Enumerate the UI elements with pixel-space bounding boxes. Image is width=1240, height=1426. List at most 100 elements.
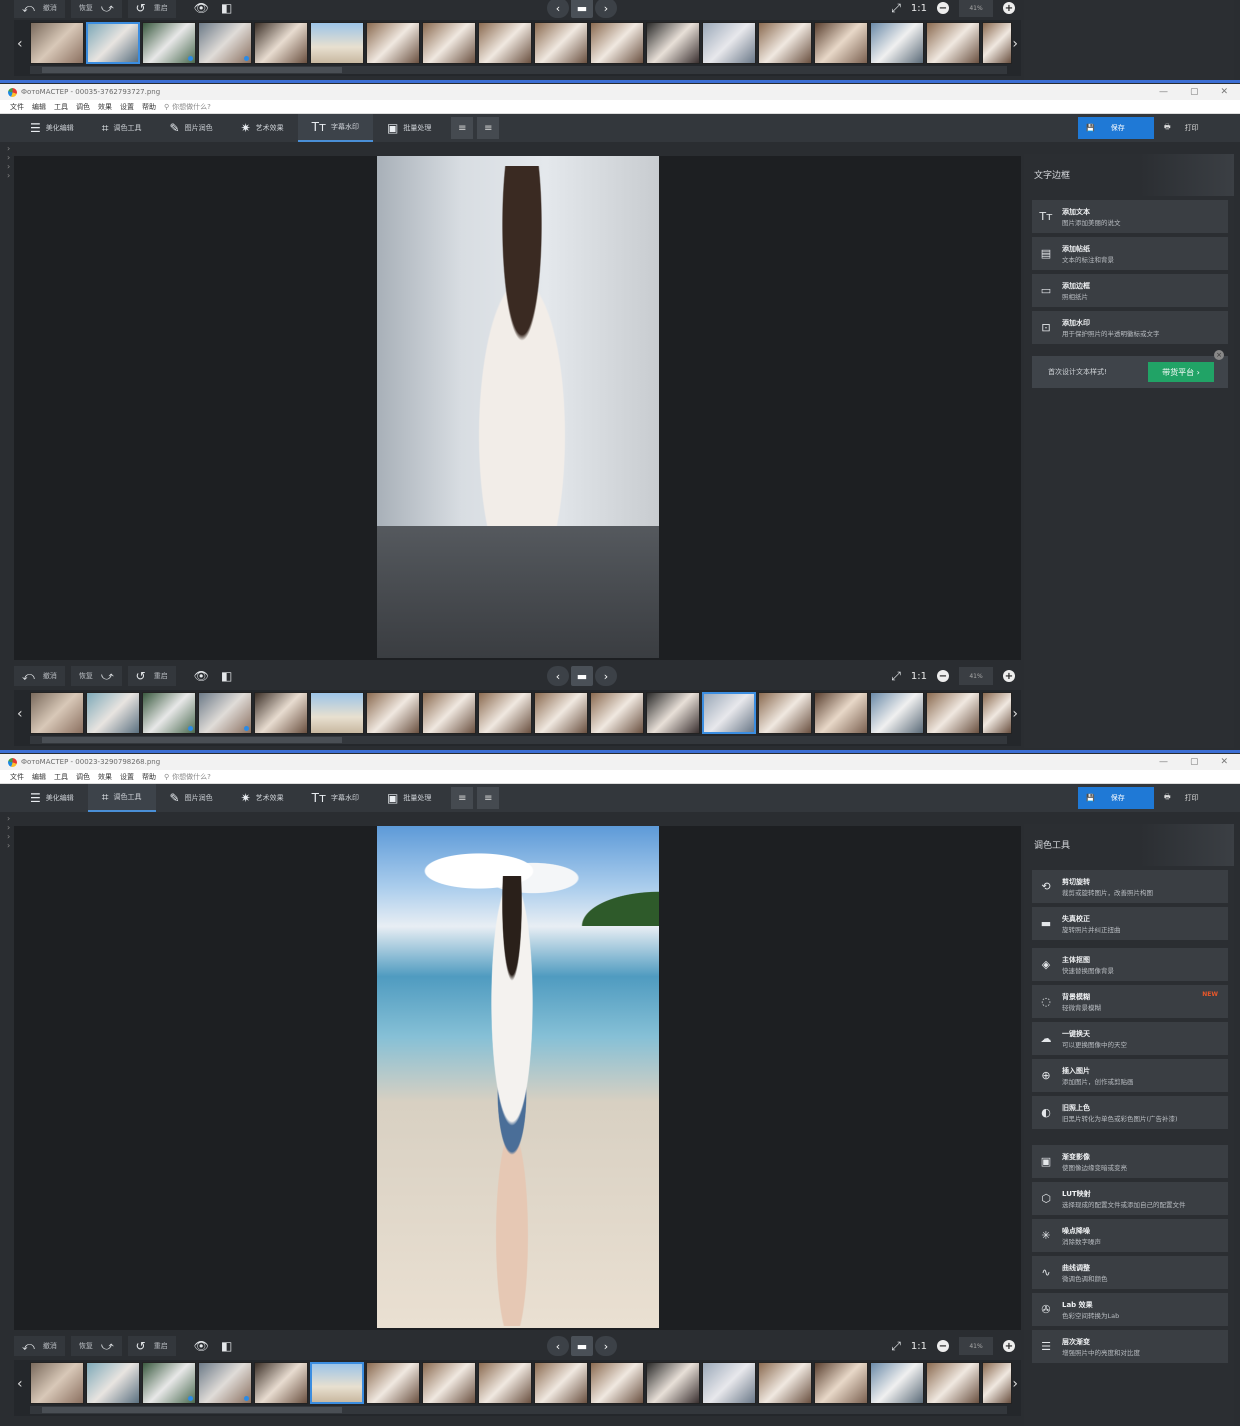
thumbnail[interactable] [982, 692, 1012, 734]
thumbnail[interactable] [646, 692, 700, 734]
reset-icon[interactable]: ↺ [136, 669, 146, 683]
thumbnail[interactable] [478, 1362, 532, 1404]
add-layer-button[interactable]: ≡ [451, 787, 474, 809]
thumbnail[interactable] [758, 1362, 812, 1404]
menu-tools[interactable]: 工具 [54, 772, 68, 782]
thumbnail[interactable] [30, 1362, 84, 1404]
compare-icon[interactable]: ◧ [221, 1339, 232, 1353]
thumbnail[interactable] [86, 22, 140, 64]
zoom-in-icon[interactable]: + [1003, 2, 1015, 14]
zoom-in-icon[interactable]: + [1003, 1340, 1015, 1352]
tool-denoise[interactable]: ✳ 噪点降噪 消除数字噪声 [1032, 1219, 1228, 1252]
canvas-area[interactable] [14, 826, 1021, 1330]
thumbnail[interactable] [422, 692, 476, 734]
promo-button[interactable]: 带货平台 › [1148, 362, 1214, 382]
menu-color[interactable]: 调色 [76, 102, 90, 112]
menu-effects[interactable]: 效果 [98, 772, 112, 782]
menu-edit[interactable]: 编辑 [32, 772, 46, 782]
compare-icon[interactable]: ◧ [221, 669, 232, 683]
tool-add-frame[interactable]: ▭ 添加边框 照相纸片 [1032, 274, 1228, 307]
menu-help[interactable]: 帮助 [142, 772, 156, 782]
reset-group[interactable]: ↺ 重启 [127, 1336, 176, 1356]
fit-screen-icon[interactable]: ⤢ [891, 1339, 901, 1354]
menu-color[interactable]: 调色 [76, 772, 90, 782]
thumbnail[interactable] [478, 22, 532, 64]
redo-group[interactable]: 恢复 ⤻ [70, 0, 122, 18]
tool-cutout[interactable]: ◈ 主体抠图 快速替换图像背景 [1032, 948, 1228, 981]
thumbnail[interactable] [870, 1362, 924, 1404]
menu-edit[interactable]: 编辑 [32, 102, 46, 112]
tool-add-sticker[interactable]: ▤ 添加帖纸 文本的标注和背景 [1032, 237, 1228, 270]
reset-group[interactable]: ↺ 重启 [127, 666, 176, 686]
thumbnail[interactable] [870, 22, 924, 64]
menu-help[interactable]: 帮助 [142, 102, 156, 112]
tool-add-watermark[interactable]: ⊡ 添加水印 用于保护照片的半透明徽标或文字 [1032, 311, 1228, 344]
thumbnail[interactable] [758, 692, 812, 734]
minimize-button[interactable]: — [1159, 87, 1168, 97]
print-button[interactable]: 🖶 打印 [1158, 787, 1226, 809]
zoom-out-icon[interactable]: − [937, 1340, 949, 1352]
thumbnail[interactable] [310, 22, 364, 64]
close-button[interactable]: ✕ [1220, 757, 1228, 767]
zoom-input[interactable]: 41% [959, 667, 993, 685]
thumbnail[interactable] [982, 22, 1012, 64]
tool-add-text[interactable]: Tт 添加文本 图片添加美丽的说文 [1032, 200, 1228, 233]
thumbnail[interactable] [814, 1362, 868, 1404]
undo-group[interactable]: ⤺ 撤消 [14, 0, 65, 18]
thumbnail[interactable] [198, 692, 252, 734]
redo-group[interactable]: 恢复 ⤻ [70, 1336, 122, 1356]
thumbnail[interactable] [590, 692, 644, 734]
thumbnail[interactable] [534, 22, 588, 64]
filmstrip-right-icon[interactable]: › [1012, 36, 1018, 52]
thumbnail[interactable] [254, 692, 308, 734]
tab-text-watermark[interactable]: Tт 字幕水印 [297, 114, 373, 142]
save-button[interactable]: 💾 保存 [1078, 117, 1154, 139]
filmstrip-left-icon[interactable]: ‹ [17, 706, 23, 722]
thumbnail[interactable] [254, 22, 308, 64]
undo-icon[interactable]: ⤺ [22, 1339, 35, 1354]
redo-icon[interactable]: ⤻ [101, 1339, 114, 1354]
tool-sky-replace[interactable]: ☁ 一键换天 可以更换图像中的天空 [1032, 1022, 1228, 1055]
menu-settings[interactable]: 设置 [120, 772, 134, 782]
thumbnail[interactable] [478, 692, 532, 734]
fit-screen-icon[interactable]: ⤢ [891, 1, 901, 16]
close-button[interactable]: ✕ [1220, 87, 1228, 97]
canvas-area[interactable] [14, 156, 1021, 660]
thumbnail[interactable] [366, 692, 420, 734]
tool-distortion[interactable]: ▬ 失真校正 旋转照片并纠正扭曲 [1032, 907, 1228, 940]
add-layer-button[interactable]: ≡ [451, 117, 474, 139]
thumbnail[interactable] [142, 22, 196, 64]
filmstrip-left-icon[interactable]: ‹ [17, 1376, 23, 1392]
tool-layers[interactable]: ☰ 层次渐变 增强照片中的亮度和对比度 [1032, 1330, 1228, 1363]
thumbnail[interactable] [198, 1362, 252, 1404]
zoom-input[interactable]: 41% [959, 0, 993, 17]
thumbnail[interactable] [702, 1362, 756, 1404]
folder-icon[interactable]: ▬ [571, 1336, 593, 1356]
thumbnail[interactable] [982, 1362, 1012, 1404]
thumbnail[interactable] [926, 1362, 980, 1404]
thumbnail[interactable] [702, 692, 756, 734]
tab-batch[interactable]: ▣ 批量处理 [373, 114, 445, 142]
next-image-icon[interactable]: › [595, 666, 617, 686]
thumbnail[interactable] [534, 1362, 588, 1404]
tab-text-watermark[interactable]: Tт 字幕水印 [298, 784, 373, 812]
print-button[interactable]: 🖶 打印 [1158, 117, 1226, 139]
next-image-icon[interactable]: › [595, 1336, 617, 1356]
thumbnail[interactable] [758, 22, 812, 64]
folder-icon[interactable]: ▬ [571, 666, 593, 686]
thumbnail[interactable] [422, 1362, 476, 1404]
tab-beautify[interactable]: ☰ 美化编辑 [16, 114, 88, 142]
thumbnail[interactable] [702, 22, 756, 64]
tool-crop-rotate[interactable]: ⟲ 剪切旋转 裁剪或旋转图片，改善照片构图 [1032, 870, 1228, 903]
compare-icon[interactable]: ◧ [221, 1, 232, 15]
redo-icon[interactable]: ⤻ [101, 1, 114, 16]
history-button[interactable]: ≡ [477, 787, 500, 809]
menu-file[interactable]: 文件 [10, 772, 24, 782]
next-image-icon[interactable]: › [595, 0, 617, 18]
prev-image-icon[interactable]: ‹ [547, 666, 569, 686]
scrollbar-thumb[interactable] [42, 1407, 342, 1413]
filmstrip-scrollbar[interactable] [30, 66, 1007, 74]
reset-icon[interactable]: ↺ [136, 1, 146, 15]
menu-settings[interactable]: 设置 [120, 102, 134, 112]
undo-group[interactable]: ⤺ 撤消 [14, 666, 65, 686]
